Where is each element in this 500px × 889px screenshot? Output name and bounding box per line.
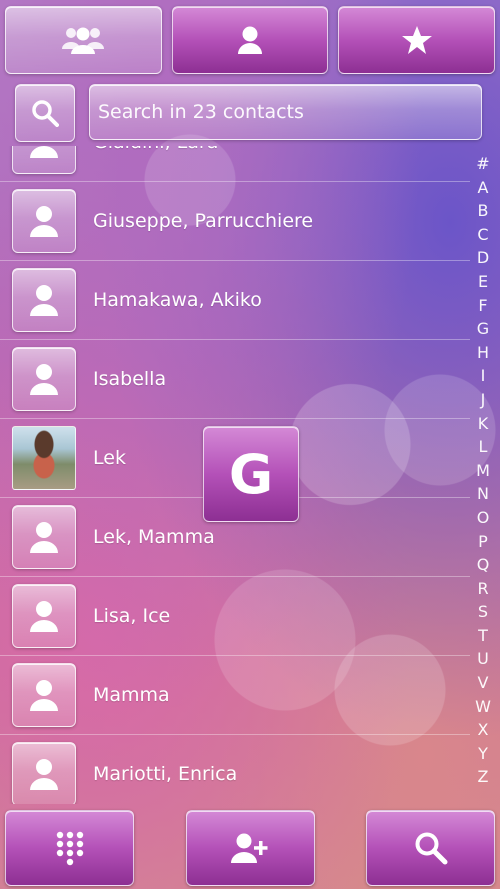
index-letter[interactable]: D: [477, 246, 489, 270]
index-letter[interactable]: M: [476, 459, 490, 483]
index-letter[interactable]: O: [477, 506, 490, 530]
index-letter[interactable]: R: [477, 577, 488, 601]
contact-name: Lek, Mamma: [93, 526, 215, 548]
search-input[interactable]: [96, 100, 481, 124]
contact-name: Mariotti, Enrica: [93, 763, 238, 785]
list-item[interactable]: Mamma: [0, 656, 470, 735]
search-button[interactable]: [15, 84, 75, 142]
index-letter[interactable]: P: [478, 530, 488, 554]
contact-name: Mamma: [93, 684, 170, 706]
index-letter[interactable]: E: [478, 270, 488, 294]
search-bottom-button[interactable]: [366, 810, 495, 886]
index-letter[interactable]: K: [478, 412, 489, 436]
avatar: [12, 189, 76, 253]
list-item[interactable]: Hamakawa, Akiko: [0, 261, 470, 340]
person-icon: [30, 364, 58, 395]
index-letter[interactable]: B: [478, 199, 489, 223]
search-field[interactable]: [89, 84, 482, 140]
index-letter[interactable]: W: [475, 695, 491, 719]
index-letter[interactable]: C: [477, 223, 488, 247]
alphabet-index[interactable]: # A B C D E F G H I J K L M N O P Q R S …: [474, 152, 492, 789]
list-item[interactable]: Mariotti, Enrica: [0, 735, 470, 804]
person-icon: [30, 759, 58, 790]
index-letter[interactable]: #: [476, 152, 489, 176]
index-letter[interactable]: F: [478, 294, 487, 318]
index-letter[interactable]: H: [477, 341, 489, 365]
list-item[interactable]: Isabella: [0, 340, 470, 419]
person-icon: [30, 206, 58, 237]
contact-icon: [238, 26, 262, 54]
index-letter[interactable]: L: [479, 435, 488, 459]
bottom-action-bar: [5, 810, 495, 886]
contact-name: Gialdini, Lara: [93, 146, 218, 182]
avatar: [12, 663, 76, 727]
person-icon: [30, 285, 58, 316]
index-letter[interactable]: N: [477, 482, 489, 506]
dialpad-icon: [56, 831, 83, 866]
contact-photo: [12, 426, 76, 490]
avatar: [12, 584, 76, 648]
index-letter[interactable]: A: [478, 176, 489, 200]
contact-name: Lek: [93, 447, 126, 469]
person-icon: [30, 680, 58, 711]
section-letter-overlay: G: [203, 426, 299, 522]
contact-name: Lisa, Ice: [93, 605, 171, 627]
index-letter[interactable]: V: [478, 671, 489, 695]
contact-name: Hamakawa, Akiko: [93, 289, 262, 311]
top-tab-bar: [5, 6, 496, 74]
index-letter[interactable]: S: [478, 600, 488, 624]
search-icon: [32, 100, 59, 127]
avatar: [12, 505, 76, 569]
index-letter[interactable]: U: [477, 647, 489, 671]
tab-groups[interactable]: [5, 6, 162, 74]
index-letter[interactable]: X: [478, 718, 489, 742]
tab-contacts[interactable]: [171, 6, 329, 74]
index-letter[interactable]: I: [481, 364, 486, 388]
list-item[interactable]: Lisa, Ice: [0, 577, 470, 656]
avatar: [12, 742, 76, 804]
search-icon: [415, 832, 447, 865]
dialpad-button[interactable]: [5, 810, 134, 886]
index-letter[interactable]: Z: [478, 765, 489, 789]
person-icon: [30, 601, 58, 632]
contact-name: Giuseppe, Parrucchiere: [93, 210, 314, 232]
contact-name: Isabella: [93, 368, 167, 390]
avatar: [12, 146, 76, 174]
groups-icon: [62, 27, 105, 54]
index-letter[interactable]: Y: [478, 742, 488, 766]
add-contact-icon: [231, 833, 268, 863]
index-letter[interactable]: Q: [477, 553, 490, 577]
index-letter[interactable]: G: [477, 317, 489, 341]
index-letter[interactable]: J: [481, 388, 486, 412]
person-icon: [30, 522, 58, 553]
avatar: [12, 268, 76, 332]
person-icon: [30, 146, 58, 158]
tab-favorites[interactable]: [338, 6, 496, 74]
add-contact-button[interactable]: [185, 810, 315, 886]
list-item[interactable]: Giuseppe, Parrucchiere: [0, 182, 470, 261]
list-item[interactable]: Gialdini, Lara: [0, 146, 470, 182]
star-icon: [401, 26, 432, 54]
index-letter[interactable]: T: [478, 624, 488, 648]
avatar: [12, 347, 76, 411]
